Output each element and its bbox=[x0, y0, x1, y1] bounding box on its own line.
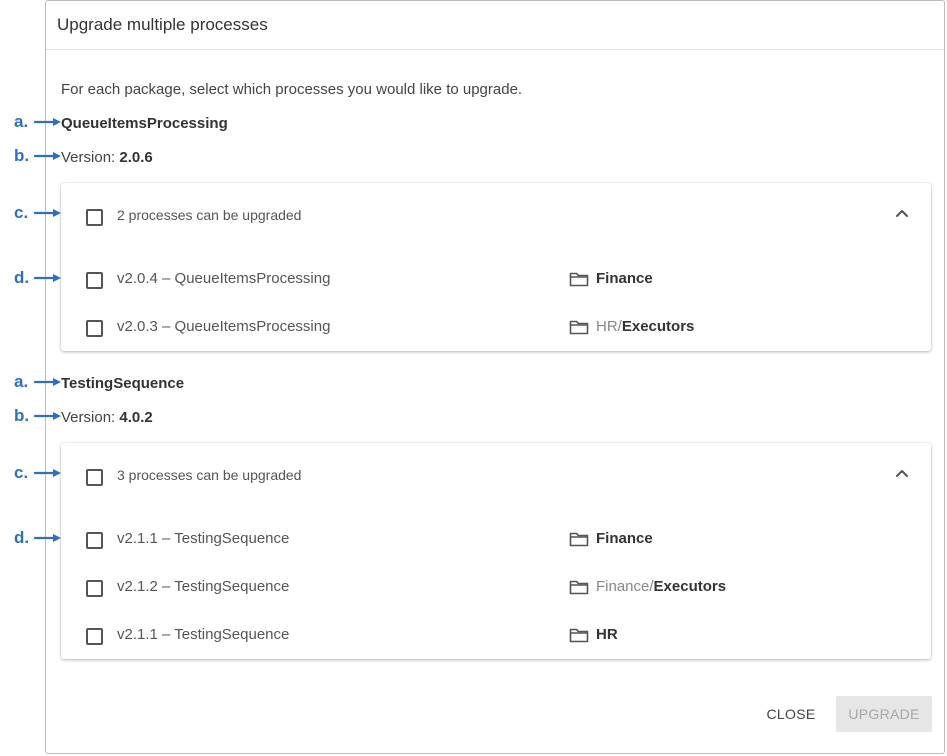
folder-leaf: Finance bbox=[596, 270, 653, 287]
folder-icon bbox=[569, 579, 589, 595]
dialog-header: Upgrade multiple processes bbox=[46, 1, 944, 50]
folder-path: HR/Executors bbox=[596, 318, 694, 335]
arrow-right-icon bbox=[34, 151, 62, 161]
arrow-right-icon bbox=[34, 468, 62, 478]
folder-leaf: Executors bbox=[621, 318, 695, 335]
folder-parent: Finance/ bbox=[596, 578, 654, 595]
annotation-marker-a: a. bbox=[14, 372, 29, 391]
annotation-marker-a: a. bbox=[14, 112, 29, 131]
arrow-right-icon bbox=[34, 533, 62, 543]
folder-path: Finance/Executors bbox=[596, 578, 726, 595]
folder-icon bbox=[569, 319, 589, 335]
folder-icon bbox=[569, 271, 589, 287]
folder-parent: HR/ bbox=[596, 318, 622, 335]
process-label: v2.1.1 – TestingSequence bbox=[117, 626, 290, 643]
select-all-checkbox[interactable] bbox=[86, 469, 103, 486]
process-checkbox[interactable] bbox=[86, 580, 103, 597]
arrow-right-icon bbox=[34, 117, 62, 127]
process-card: 3 processes can be upgraded v2.1.1 – Tes… bbox=[61, 443, 931, 659]
process-label: v2.1.1 – TestingSequence bbox=[117, 530, 290, 547]
package-version: Version: 4.0.2 bbox=[61, 409, 153, 426]
arrow-right-icon bbox=[34, 377, 62, 387]
version-label: Version: bbox=[61, 149, 116, 166]
version-label: Version: bbox=[61, 409, 116, 426]
folder-path: Finance bbox=[596, 530, 653, 547]
dialog-title: Upgrade multiple processes bbox=[57, 15, 268, 34]
intro-text: For each package, select which processes… bbox=[61, 81, 523, 98]
version-value: 2.0.6 bbox=[119, 149, 153, 166]
version-value: 4.0.2 bbox=[119, 409, 153, 426]
process-label: v2.0.4 – QueueItemsProcessing bbox=[117, 270, 331, 287]
folder-leaf: Finance bbox=[596, 530, 653, 547]
package-version: Version: 2.0.6 bbox=[61, 149, 153, 166]
select-all-checkbox[interactable] bbox=[86, 209, 103, 226]
upgradable-summary: 2 processes can be upgraded bbox=[117, 207, 302, 223]
folder-icon bbox=[569, 531, 589, 547]
upgradable-summary: 3 processes can be upgraded bbox=[117, 467, 302, 483]
annotation-marker-d: d. bbox=[14, 268, 30, 287]
upgrade-button[interactable]: UPGRADE bbox=[836, 696, 932, 732]
annotation-marker-d: d. bbox=[14, 528, 30, 547]
annotation-marker-b: b. bbox=[14, 406, 30, 425]
package-name: TestingSequence bbox=[61, 375, 185, 392]
arrow-right-icon bbox=[34, 411, 62, 421]
annotation-marker-b: b. bbox=[14, 146, 30, 165]
chevron-up-icon[interactable] bbox=[892, 463, 912, 483]
upgrade-dialog: Upgrade multiple processes For each pack… bbox=[45, 0, 945, 754]
process-checkbox[interactable] bbox=[86, 628, 103, 645]
folder-path: HR bbox=[596, 626, 618, 643]
process-checkbox[interactable] bbox=[86, 320, 103, 337]
arrow-right-icon bbox=[34, 208, 62, 218]
process-checkbox[interactable] bbox=[86, 532, 103, 549]
annotation-marker-c: c. bbox=[14, 203, 29, 222]
arrow-right-icon bbox=[34, 273, 62, 283]
chevron-up-icon[interactable] bbox=[892, 203, 912, 223]
package-name: QueueItemsProcessing bbox=[61, 115, 228, 132]
folder-leaf: HR bbox=[596, 626, 618, 643]
annotation-marker-c: c. bbox=[14, 463, 29, 482]
close-button[interactable]: CLOSE bbox=[758, 696, 824, 732]
folder-path: Finance bbox=[596, 270, 653, 287]
process-label: v2.0.3 – QueueItemsProcessing bbox=[117, 318, 331, 335]
process-card: 2 processes can be upgraded v2.0.4 – Que… bbox=[61, 183, 931, 351]
process-label: v2.1.2 – TestingSequence bbox=[117, 578, 290, 595]
folder-leaf: Executors bbox=[653, 578, 727, 595]
process-checkbox[interactable] bbox=[86, 272, 103, 289]
folder-icon bbox=[569, 627, 589, 643]
